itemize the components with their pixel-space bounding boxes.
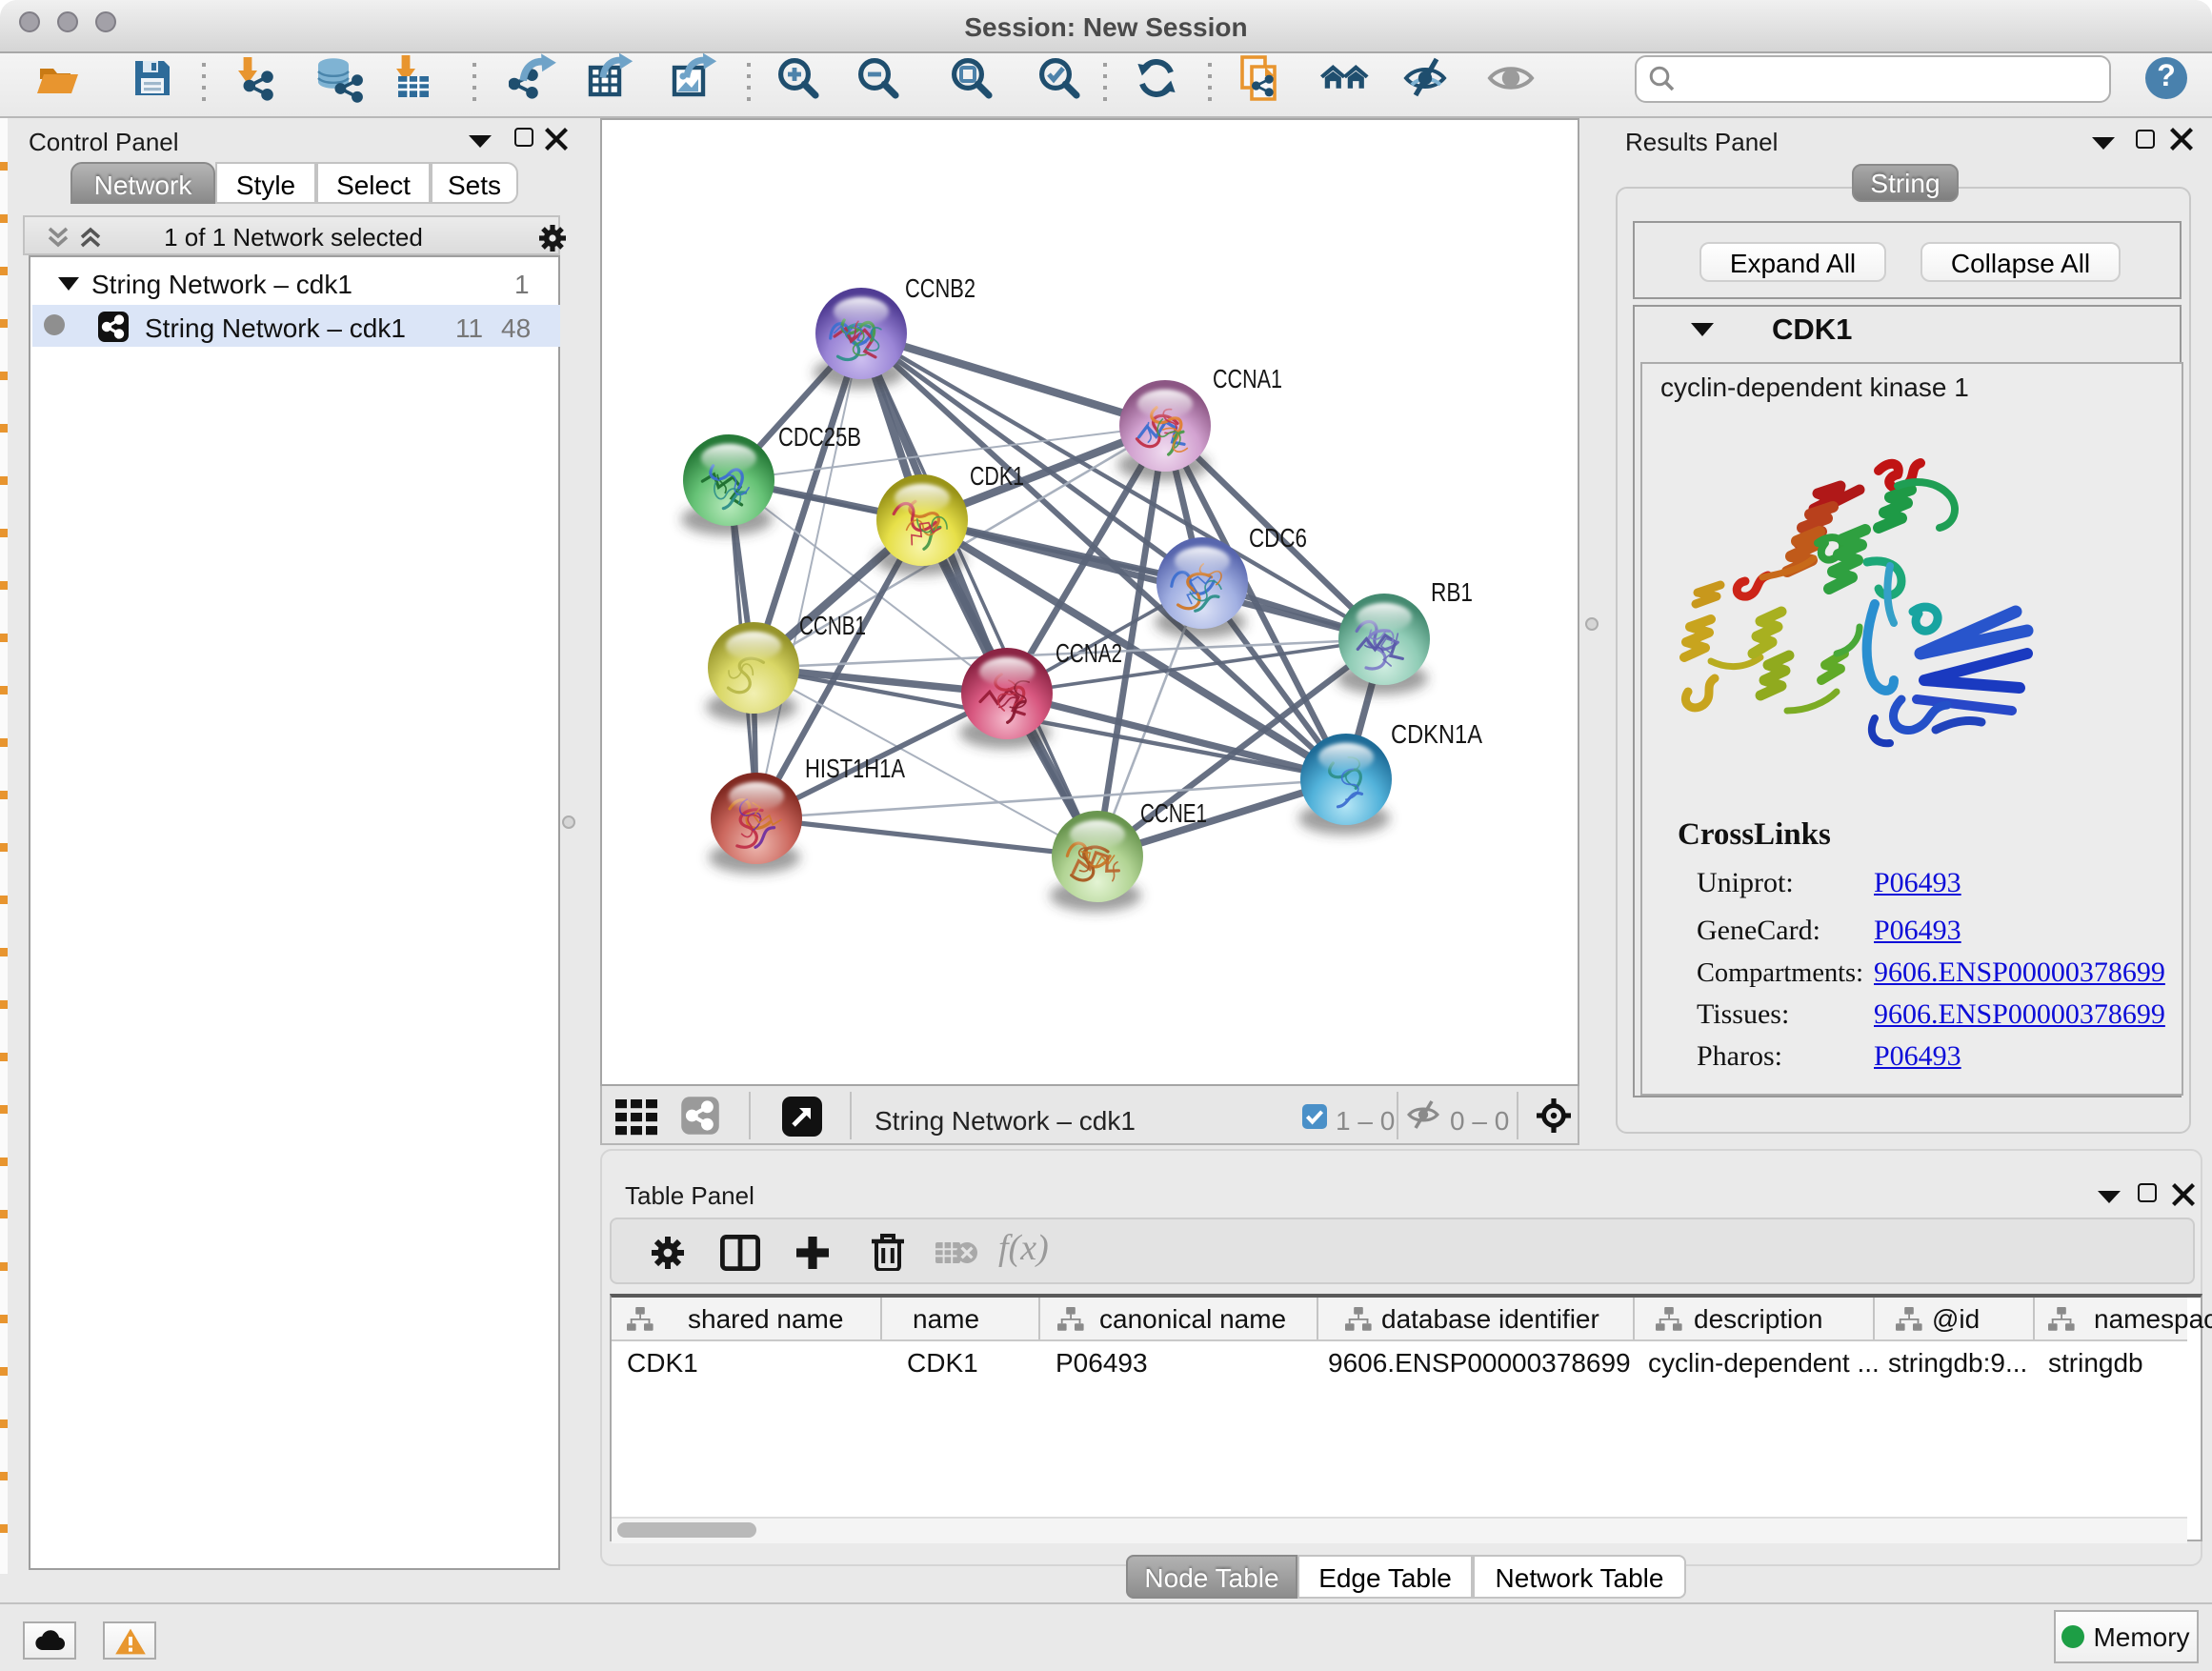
svg-text:CCNB1: CCNB1	[799, 611, 866, 640]
svg-text:CDK1: CDK1	[970, 461, 1024, 491]
svg-text:CDKN1A: CDKN1A	[1391, 719, 1482, 749]
svg-text:RB1: RB1	[1431, 577, 1473, 607]
svg-text:CCNA1: CCNA1	[1213, 364, 1282, 393]
svg-text:HIST1H1A: HIST1H1A	[805, 754, 905, 783]
svg-text:CDC6: CDC6	[1249, 523, 1307, 553]
svg-text:CCNA2: CCNA2	[1056, 638, 1122, 668]
svg-text:CDC25B: CDC25B	[778, 422, 861, 452]
svg-text:CCNE1: CCNE1	[1140, 798, 1207, 828]
svg-text:CCNB2: CCNB2	[905, 273, 975, 303]
